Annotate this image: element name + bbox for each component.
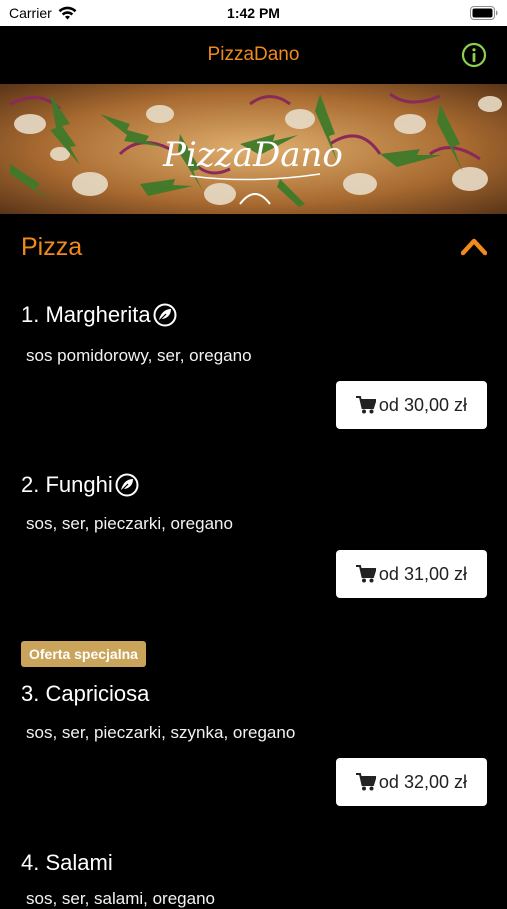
svg-text:PizzaDano: PizzaDano [162,135,343,175]
leaf-icon [153,303,177,327]
section-header-pizza[interactable]: Pizza [0,214,507,280]
leaf-icon [115,473,139,497]
battery-icon [470,6,498,20]
info-circle-icon[interactable] [461,42,487,68]
item-title: 3. Capriciosa [21,681,149,707]
navigation-bar: PizzaDano [0,26,507,84]
chevron-up-icon[interactable] [461,236,487,256]
app-title: PizzaDano [207,44,300,65]
pizza-photo: PizzaDano [0,84,507,214]
item-description: sos, ser, pieczarki, szynka, oregano [26,723,296,742]
price-label: od 32,00 zł [378,771,467,792]
item-description: sos pomidorowy, ser, oregano [26,346,252,365]
price-button[interactable]: od 31,00 zł [335,550,487,598]
item-title: 1. Margherita [21,302,177,328]
price-label: od 31,00 zł [378,563,467,584]
special-offer-badge: Oferta specjalna [21,641,146,667]
cart-icon [355,565,376,583]
item-title: 4. Salami [21,850,113,876]
item-description: sos, ser, pieczarki, oregano [26,514,233,533]
status-time: 1:42 PM [227,5,280,21]
hero-banner: PizzaDano [0,84,507,214]
status-bar: Carrier 1:42 PM [0,0,507,26]
item-name: 1. Margherita [21,302,151,327]
price-button[interactable]: od 32,00 zł [335,758,487,806]
item-description: sos, ser, salami, oregano [26,889,215,908]
section-title: Pizza [21,233,83,261]
cart-icon [355,773,376,791]
item-title: 2. Funghi [21,472,139,498]
price-label: od 30,00 zł [378,394,467,415]
item-name: 4. Salami [21,850,113,875]
cart-icon [355,396,376,414]
item-name: 3. Capriciosa [21,681,150,706]
item-name: 2. Funghi [21,472,113,497]
price-button[interactable]: od 30,00 zł [335,381,487,429]
